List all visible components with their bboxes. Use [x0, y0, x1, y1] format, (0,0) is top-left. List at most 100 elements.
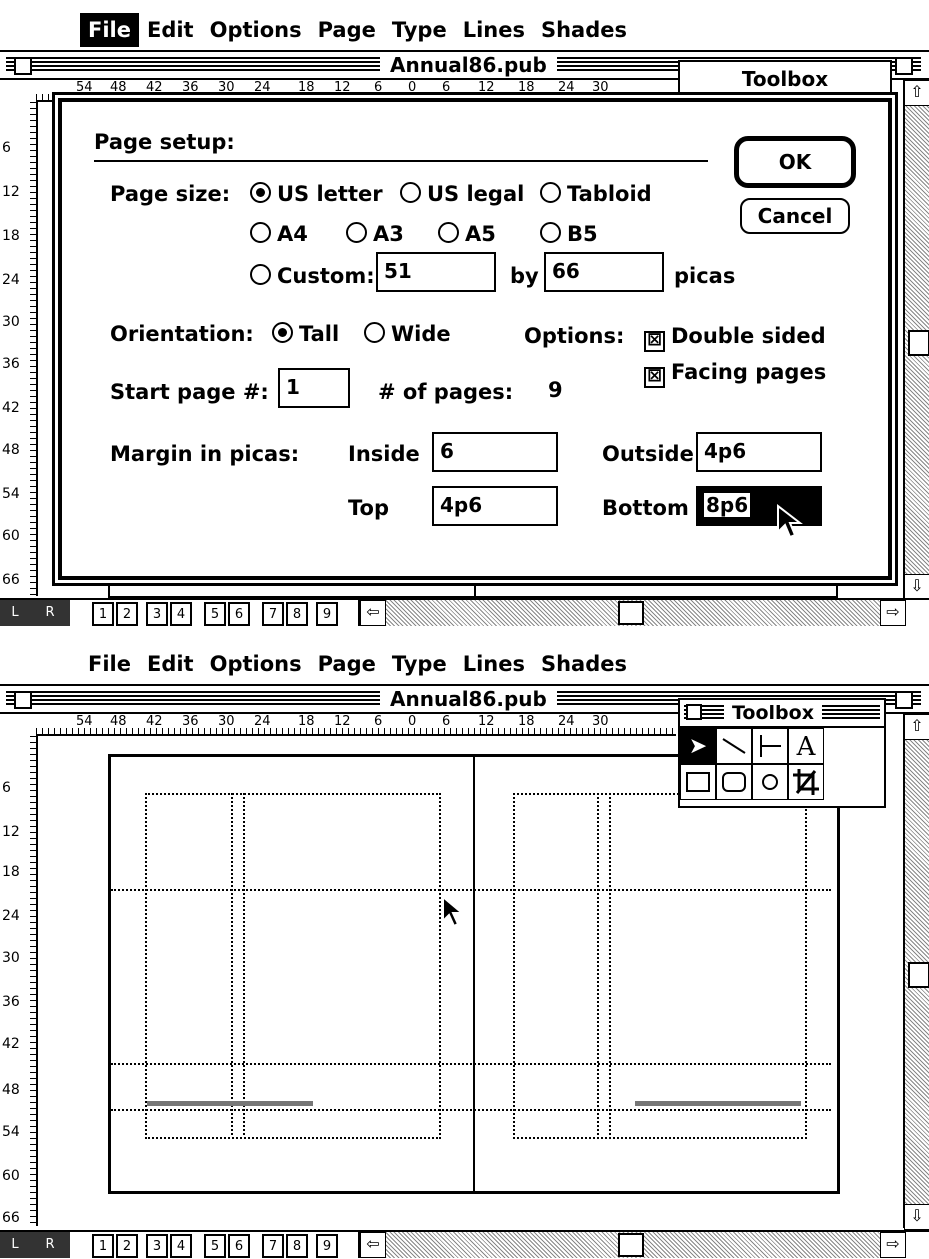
scroll-down-arrow-icon[interactable]: ⇩	[904, 574, 929, 600]
page-4-icon[interactable]: 4	[170, 1234, 192, 1258]
menu-type[interactable]: Type	[384, 13, 455, 47]
custom-height-field[interactable]: 66	[544, 252, 664, 292]
page-6-icon[interactable]: 6	[228, 602, 250, 626]
menu-options[interactable]: Options	[202, 647, 310, 681]
page-8-icon[interactable]: 8	[286, 1234, 308, 1258]
page-9-icon[interactable]: 9	[316, 602, 338, 626]
checkbox-checked-icon[interactable]: ⊠	[644, 367, 665, 388]
vertical-scrollbar[interactable]: ⇧ ⇩	[903, 80, 929, 600]
cancel-button[interactable]: Cancel	[740, 198, 850, 234]
page-4-icon[interactable]: 4	[170, 602, 192, 626]
menu-lines[interactable]: Lines	[455, 13, 533, 47]
menu-file[interactable]: File	[80, 13, 139, 47]
radio-icon[interactable]	[250, 222, 271, 243]
scroll-right-arrow-icon[interactable]: ⇨	[880, 1232, 906, 1258]
page-9-icon[interactable]: 9	[316, 1234, 338, 1258]
scroll-left-arrow-icon[interactable]: ⇦	[360, 1232, 386, 1258]
ok-button[interactable]: OK	[734, 136, 856, 188]
page-7-icon[interactable]: 7	[262, 602, 284, 626]
scroll-up-arrow-icon[interactable]: ⇧	[904, 714, 929, 740]
scroll-left-arrow-icon[interactable]: ⇦	[360, 600, 386, 626]
double-sided-checkbox[interactable]: ⊠ Double sided	[644, 324, 826, 352]
page-spread[interactable]	[108, 754, 840, 1194]
menu-options[interactable]: Options	[202, 13, 310, 47]
pointer-tool-icon[interactable]: ➤	[680, 728, 716, 764]
radio-tall[interactable]: Tall	[272, 322, 339, 346]
toolbox-palette[interactable]: Toolbox ➤ A	[678, 698, 886, 808]
horizontal-scrollbar[interactable]: ⇦ ⇨	[358, 600, 906, 626]
page-6-icon[interactable]: 6	[228, 1234, 250, 1258]
scroll-down-arrow-icon[interactable]: ⇩	[904, 1204, 929, 1230]
vertical-scroll-thumb[interactable]	[908, 962, 929, 988]
scroll-up-arrow-icon[interactable]: ⇧	[904, 80, 929, 106]
menu-lines[interactable]: Lines	[455, 647, 533, 681]
close-box-icon[interactable]	[14, 57, 32, 75]
page-1-icon[interactable]: 1	[92, 602, 114, 626]
right-page-icon[interactable]: R	[30, 600, 70, 626]
toolbox-palette[interactable]: Toolbox	[678, 60, 892, 100]
radio-a5[interactable]: A5	[438, 222, 496, 246]
horizontal-scroll-thumb[interactable]	[618, 601, 644, 625]
vertical-scrollbar[interactable]: ⇧ ⇩	[903, 714, 929, 1230]
close-box-icon[interactable]	[14, 691, 32, 709]
toolbox-close-icon[interactable]	[686, 704, 702, 720]
radio-selected-icon[interactable]	[250, 182, 271, 203]
radio-custom[interactable]: Custom:	[250, 264, 375, 288]
rectangle-tool-icon[interactable]	[680, 764, 716, 800]
page-2-icon[interactable]: 2	[116, 602, 138, 626]
radio-icon[interactable]	[400, 182, 421, 203]
radio-icon[interactable]	[250, 264, 271, 285]
horizontal-scroll-thumb[interactable]	[618, 1233, 644, 1257]
menu-page[interactable]: Page	[310, 647, 384, 681]
custom-width-field[interactable]: 51	[376, 252, 496, 292]
radio-icon[interactable]	[438, 222, 459, 243]
radio-wide[interactable]: Wide	[364, 322, 451, 346]
page-2-icon[interactable]: 2	[116, 1234, 138, 1258]
scroll-right-arrow-icon[interactable]: ⇨	[880, 600, 906, 626]
page-8-icon[interactable]: 8	[286, 602, 308, 626]
page-7-icon[interactable]: 7	[262, 1234, 284, 1258]
radio-b5[interactable]: B5	[540, 222, 598, 246]
menu-edit[interactable]: Edit	[139, 13, 202, 47]
radio-icon[interactable]	[364, 322, 385, 343]
radio-a4[interactable]: A4	[250, 222, 308, 246]
menu-shades[interactable]: Shades	[533, 13, 635, 47]
vertical-scroll-thumb[interactable]	[908, 330, 929, 356]
page-1-icon[interactable]: 1	[92, 1234, 114, 1258]
radio-icon[interactable]	[540, 182, 561, 203]
radio-a3[interactable]: A3	[346, 222, 404, 246]
left-page-icon[interactable]: L	[0, 1232, 30, 1258]
radio-icon[interactable]	[540, 222, 561, 243]
text-tool-icon[interactable]: A	[788, 728, 824, 764]
cropping-tool-icon[interactable]	[788, 764, 824, 800]
diagonal-line-tool-icon[interactable]	[716, 728, 752, 764]
radio-tabloid[interactable]: Tabloid	[540, 182, 652, 206]
page-3-icon[interactable]: 3	[146, 602, 168, 626]
menu-page[interactable]: Page	[310, 13, 384, 47]
menu-shades[interactable]: Shades	[533, 647, 635, 681]
right-page-icon[interactable]: R	[30, 1232, 70, 1258]
radio-selected-icon[interactable]	[272, 322, 293, 343]
menu-type[interactable]: Type	[384, 647, 455, 681]
zoom-box-icon[interactable]	[895, 57, 913, 75]
facing-pages-checkbox[interactable]: ⊠ Facing pages	[644, 360, 826, 388]
start-page-field[interactable]: 1	[278, 368, 350, 408]
radio-us-letter[interactable]: US letter	[250, 182, 383, 206]
top-field[interactable]: 4p6	[432, 486, 558, 526]
left-page-icon[interactable]: L	[0, 600, 30, 626]
page-5-icon[interactable]: 5	[204, 602, 226, 626]
radio-us-legal[interactable]: US legal	[400, 182, 524, 206]
outside-field[interactable]: 4p6	[696, 432, 822, 472]
page-3-icon[interactable]: 3	[146, 1234, 168, 1258]
menu-edit[interactable]: Edit	[139, 647, 202, 681]
page-5-icon[interactable]: 5	[204, 1234, 226, 1258]
rounded-rectangle-tool-icon[interactable]	[716, 764, 752, 800]
checkbox-checked-icon[interactable]: ⊠	[644, 331, 665, 352]
menu-file[interactable]: File	[80, 647, 139, 681]
zoom-box-icon[interactable]	[895, 691, 913, 709]
horizontal-scrollbar[interactable]: ⇦ ⇨	[358, 1232, 906, 1258]
perpendicular-line-tool-icon[interactable]	[752, 728, 788, 764]
radio-icon[interactable]	[346, 222, 367, 243]
inside-field[interactable]: 6	[432, 432, 558, 472]
oval-tool-icon[interactable]	[752, 764, 788, 800]
